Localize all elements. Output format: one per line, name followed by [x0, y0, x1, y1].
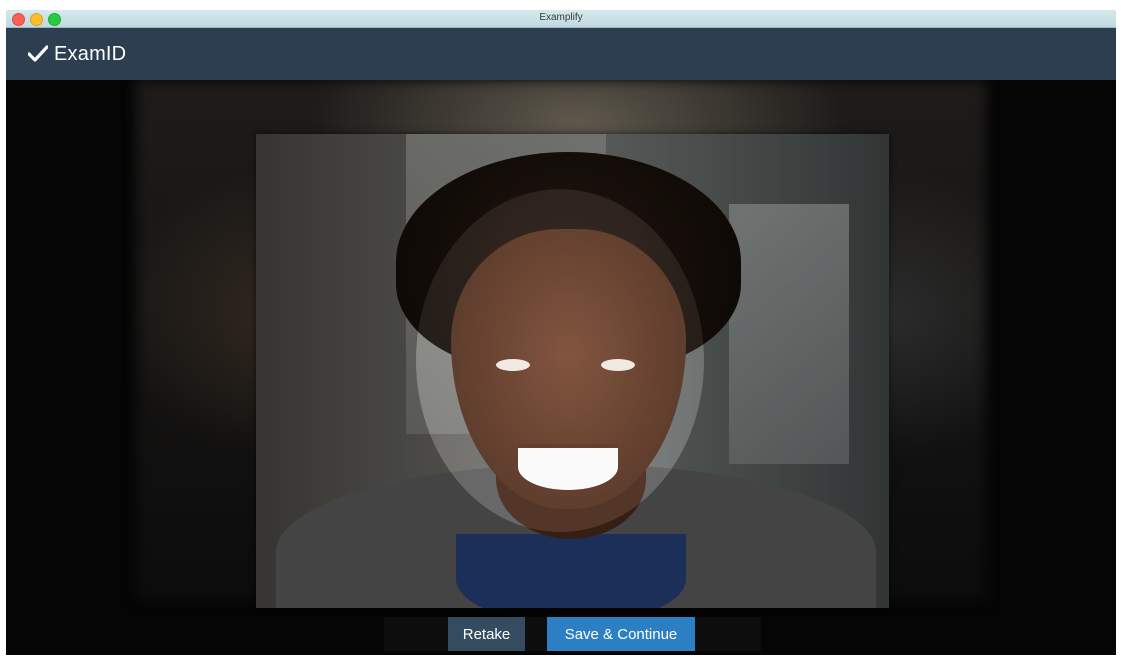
retake-button[interactable]: Retake	[448, 617, 525, 651]
examid-logo: ExamID	[28, 39, 126, 69]
app-header: ExamID	[6, 28, 1116, 80]
camera-stage: Retake Save & Continue	[6, 80, 1116, 655]
photo-background-shelf	[729, 204, 849, 464]
save-continue-button[interactable]: Save & Continue	[547, 617, 695, 651]
logo-text: ExamID	[54, 42, 127, 65]
window-title: Examplify	[539, 12, 583, 23]
captured-photo	[256, 134, 889, 608]
checkmark-shield-icon	[28, 45, 48, 63]
window-titlebar: Examplify	[6, 10, 1116, 28]
photo-collar	[456, 534, 686, 608]
app-window: Examplify ExamID Retake Save & Continue	[6, 10, 1116, 655]
face-alignment-oval	[416, 189, 704, 532]
photo-controls-bar: Retake Save & Continue	[384, 617, 761, 651]
